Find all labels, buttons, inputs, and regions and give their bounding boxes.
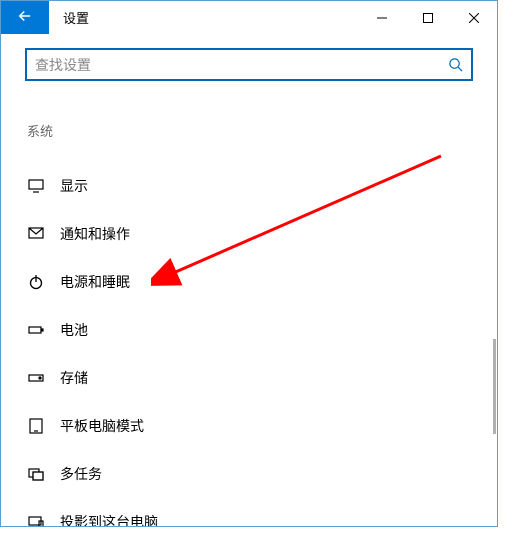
power-icon: [27, 273, 45, 291]
tablet-icon: [27, 417, 45, 435]
scrollbar-thumb[interactable]: [493, 339, 496, 434]
nav-item-display[interactable]: 显示: [25, 162, 473, 210]
window-controls: [359, 1, 497, 34]
nav-label: 存储: [60, 368, 88, 388]
search-box[interactable]: [25, 48, 473, 81]
maximize-button[interactable]: [405, 1, 451, 34]
nav-label: 平板电脑模式: [60, 416, 144, 436]
section-header: 系统: [25, 121, 473, 140]
nav-label: 电源和睡眠: [60, 272, 130, 292]
content-area: 系统 显示 通知和操作 电源和睡眠: [1, 34, 497, 526]
battery-icon: [27, 321, 45, 339]
close-button[interactable]: [451, 1, 497, 34]
titlebar: 设置: [1, 1, 497, 34]
nav-label: 通知和操作: [60, 224, 130, 244]
back-button[interactable]: [1, 1, 49, 34]
search-input[interactable]: [35, 57, 448, 73]
window-title: 设置: [49, 1, 359, 34]
nav-label: 电池: [60, 320, 88, 340]
nav-list: 显示 通知和操作 电源和睡眠 电池: [25, 162, 473, 526]
storage-icon: [27, 369, 45, 387]
display-icon: [27, 177, 45, 195]
nav-item-tablet[interactable]: 平板电脑模式: [25, 402, 473, 450]
multitask-icon: [27, 465, 45, 483]
nav-item-storage[interactable]: 存储: [25, 354, 473, 402]
search-icon: [448, 57, 463, 72]
nav-item-battery[interactable]: 电池: [25, 306, 473, 354]
maximize-icon: [423, 10, 433, 26]
nav-item-multitask[interactable]: 多任务: [25, 450, 473, 498]
nav-item-power[interactable]: 电源和睡眠: [25, 258, 473, 306]
nav-label: 显示: [60, 176, 88, 196]
nav-item-notifications[interactable]: 通知和操作: [25, 210, 473, 258]
settings-window: 设置 系统: [0, 0, 498, 527]
project-icon: [27, 513, 45, 526]
minimize-icon: [377, 10, 387, 26]
nav-label: 投影到这台电脑: [60, 512, 158, 526]
notifications-icon: [27, 225, 45, 243]
back-arrow-icon: [16, 7, 34, 28]
nav-label: 多任务: [60, 464, 102, 484]
minimize-button[interactable]: [359, 1, 405, 34]
close-icon: [469, 10, 479, 26]
nav-item-project[interactable]: 投影到这台电脑: [25, 498, 473, 526]
